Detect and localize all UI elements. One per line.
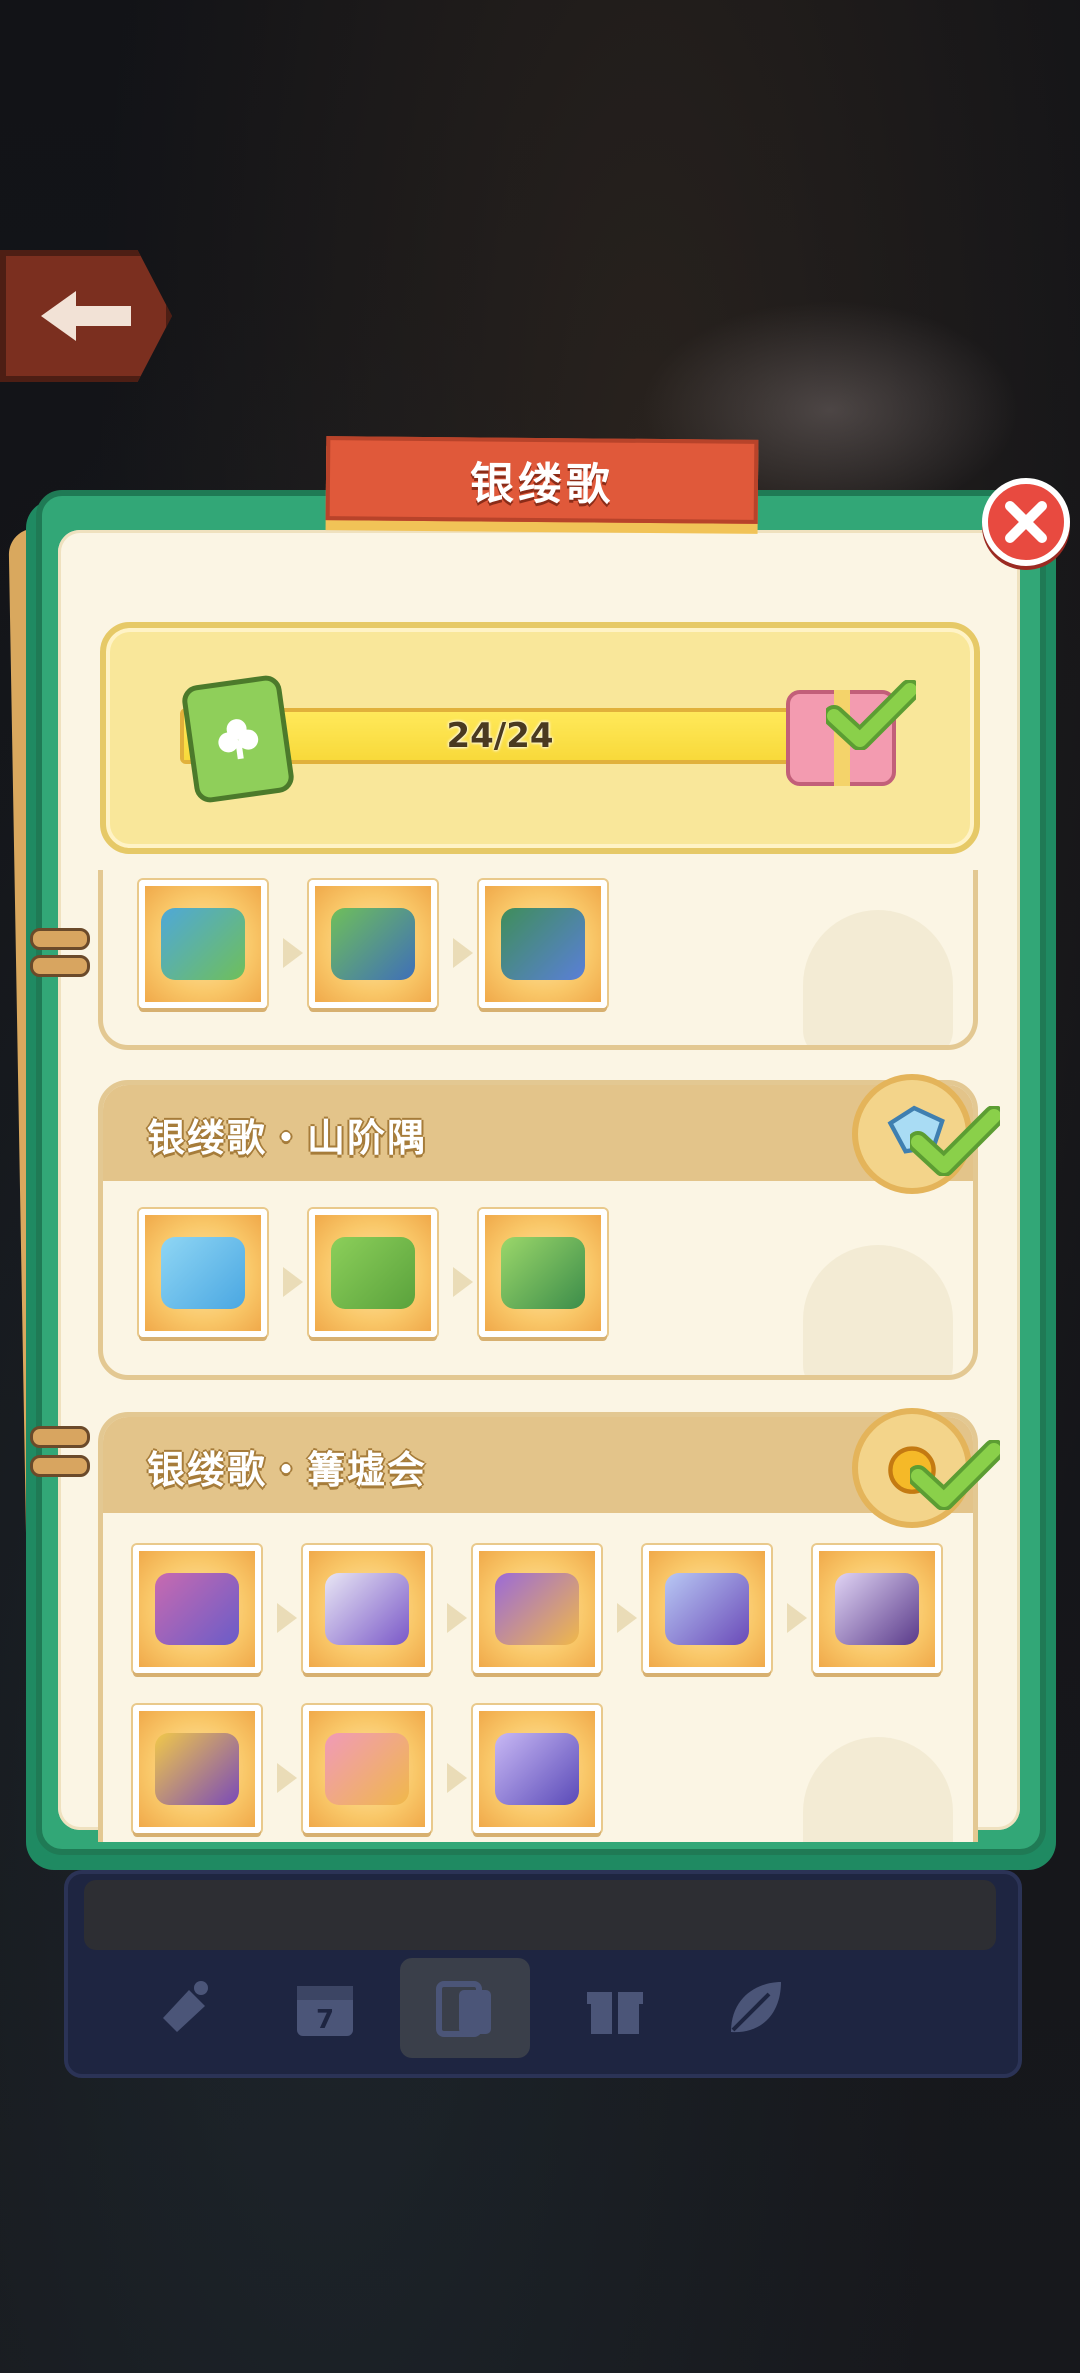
section-title: 银缕歌・篝墟会 <box>147 1448 428 1492</box>
collection-item[interactable] <box>139 880 267 1008</box>
ghost-watermark <box>803 910 953 1045</box>
arrow-right-icon <box>283 1267 303 1297</box>
collection-item[interactable] <box>479 1209 607 1337</box>
collection-item[interactable] <box>479 880 607 1008</box>
arrow-left-icon <box>41 291 131 341</box>
hand-bell-icon <box>163 1981 208 2032</box>
calendar-icon: 7 <box>297 1986 353 2036</box>
check-icon <box>910 1106 1000 1176</box>
title-banner: 银缕歌 <box>325 436 759 524</box>
arrow-right-icon <box>447 1603 467 1633</box>
tab-bar-top-strip <box>84 1880 996 1950</box>
tab-calendar[interactable]: 7 <box>260 1958 390 2058</box>
tab-leaf[interactable] <box>690 1958 820 2058</box>
ring <box>30 928 90 950</box>
collection-item[interactable] <box>473 1705 601 1833</box>
collection-item[interactable] <box>303 1545 431 1673</box>
back-button[interactable] <box>0 250 172 382</box>
arrow-right-icon <box>787 1603 807 1633</box>
arrow-right-icon <box>447 1763 467 1793</box>
page-title: 银缕歌 <box>469 458 615 511</box>
arrow-right-icon <box>453 938 473 968</box>
section-title: 银缕歌・山阶隅 <box>147 1116 428 1160</box>
tab-cards[interactable] <box>400 1958 530 2058</box>
section-card: 银缕歌・篝墟会 <box>98 1412 978 1842</box>
ring <box>30 1455 90 1477</box>
leaf-icon <box>731 1982 781 2033</box>
arrow-right-icon <box>617 1603 637 1633</box>
arrow-right-icon <box>277 1763 297 1793</box>
collection-item[interactable] <box>473 1545 601 1673</box>
collection-item[interactable] <box>309 1209 437 1337</box>
close-icon <box>1005 501 1047 543</box>
close-button[interactable] <box>982 478 1070 566</box>
collection-item[interactable] <box>813 1545 941 1673</box>
ring <box>30 955 90 977</box>
collection-item[interactable] <box>133 1545 261 1673</box>
arrow-right-icon <box>283 938 303 968</box>
ring <box>30 1426 90 1448</box>
collection-item[interactable] <box>643 1545 771 1673</box>
collection-item[interactable] <box>309 880 437 1008</box>
calendar-day: 7 <box>316 2005 334 2035</box>
collection-item[interactable] <box>139 1209 267 1337</box>
check-icon <box>826 680 916 750</box>
arrow-right-icon <box>277 1603 297 1633</box>
check-icon <box>910 1440 1000 1510</box>
section-card <box>98 870 978 1050</box>
section-card: 银缕歌・山阶隅 <box>98 1080 978 1380</box>
ghost-watermark <box>803 1245 953 1375</box>
tab-hand-bell[interactable] <box>120 1958 250 2058</box>
ghost-watermark <box>803 1737 953 1842</box>
tab-gift[interactable] <box>550 1958 680 2058</box>
gift-icon <box>587 1992 643 2034</box>
cards-icon <box>436 1981 491 2037</box>
collection-item[interactable] <box>303 1705 431 1833</box>
arrow-right-icon <box>453 1267 473 1297</box>
collection-item[interactable] <box>133 1705 261 1833</box>
clover-book-icon <box>180 673 296 805</box>
